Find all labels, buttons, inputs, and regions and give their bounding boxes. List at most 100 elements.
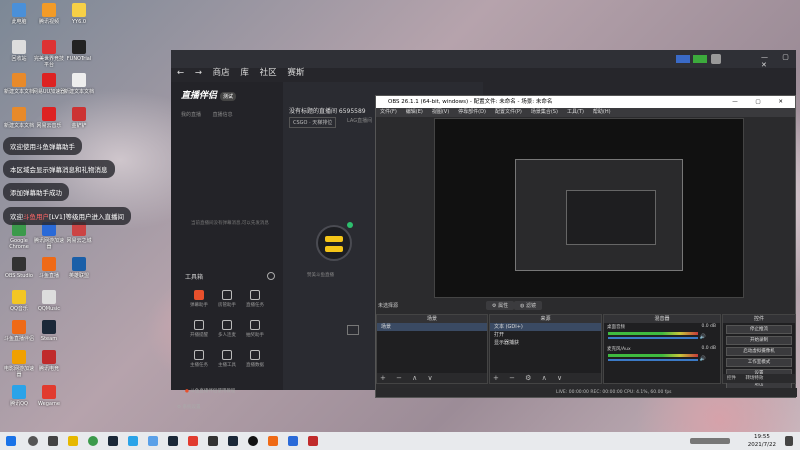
obs-menu-item[interactable]: 配置文件(P) [495,109,522,115]
desktop-icon[interactable]: 斗鱼直播 [32,257,66,287]
obs-menu-item[interactable]: 工具(T) [567,109,584,115]
tool-item[interactable]: 弹幕助手 [185,287,213,317]
desktop-icon[interactable]: 网易云音乐 [32,107,66,137]
search-icon[interactable] [28,436,38,446]
obs-circle-icon[interactable] [248,436,258,446]
tab-my-live[interactable]: 我的直播 [181,112,201,118]
wegame-icon[interactable] [188,436,198,446]
tab-transitions[interactable]: 转场特效 [745,376,763,381]
control-button[interactable]: 停止推流 [726,325,792,334]
control-button[interactable]: 工作室模式 [726,358,792,367]
record-button[interactable] [325,246,343,252]
source-item[interactable]: 打开 [490,331,601,339]
desktop-icon[interactable]: Wegame [32,385,66,415]
file-explorer-icon[interactable] [68,436,78,446]
steam-icon[interactable] [108,436,118,446]
desktop-icon[interactable]: 腾讯QQ [2,385,36,415]
desktop-icon[interactable]: 网易云之城 [62,222,96,252]
forward-icon[interactable]: → [195,68,202,78]
properties-button[interactable]: ⚙ 属性 [486,301,515,310]
control-button[interactable]: 启动虚拟摄像机 [726,347,792,356]
scene-item[interactable]: 场景 [377,323,487,331]
desktop-icon[interactable]: 腾讯网游加速器 [32,222,66,252]
desktop-icon[interactable]: 新建文本文档 [2,107,36,137]
control-button[interactable]: 开始录制 [726,336,792,345]
volume-slider[interactable] [608,359,698,361]
category-tag[interactable]: CSGO · 天梯排位 [289,117,337,128]
task-view-icon[interactable] [48,436,58,446]
desktop-icon[interactable]: Google Chrome [2,222,36,252]
obs-menu-item[interactable]: 停靠部件(D) [458,109,486,115]
desktop-icon[interactable]: 完美世界竞技平台 [32,40,66,70]
start-icon[interactable] [6,436,16,446]
tab-controls[interactable]: 控件 [727,376,736,381]
window-button-blue[interactable] [676,55,690,63]
desktop-icon[interactable]: Steam [32,320,66,350]
nav-community[interactable]: 社区 [260,68,277,78]
nav-library[interactable]: 库 [240,68,249,78]
obs-preview[interactable] [434,118,744,298]
desktop-icon[interactable]: 新建文本文档 [2,73,36,103]
settings-link[interactable]: ⚙ 系统设置 [177,404,200,410]
desktop-icon[interactable]: 网易UU加速器 [32,73,66,103]
obs-menu-item[interactable]: 场景集合(S) [531,109,558,115]
douyu-taskbar-icon[interactable] [268,436,278,446]
avatar[interactable] [711,54,721,64]
qq-icon[interactable] [128,436,138,446]
clock[interactable]: 19:55 2021/7/22 [748,433,776,449]
tray-icons[interactable] [690,438,730,444]
game-icon[interactable] [308,436,318,446]
back-icon[interactable]: ← [177,68,184,78]
tool-item[interactable]: 直播数据 [241,347,269,377]
source-item[interactable]: 显示器捕获 [490,339,601,347]
desktop-icon[interactable]: FUNOTrial [62,40,96,70]
sources-toolbar[interactable]: + − ⚙ ∧ ∨ [490,373,601,383]
filters-button[interactable]: ◍ 滤镜 [514,301,542,310]
tutorial-link[interactable]: ● 斗鱼直播伴侣使用教程 [185,388,235,394]
source-item[interactable]: 文本 (GDI+) [490,323,601,331]
window-controls[interactable]: — ▢ ✕ [761,53,796,69]
accelerator-icon[interactable] [288,436,298,446]
obs-menu-item[interactable]: 视图(V) [432,109,449,115]
desktop-icon[interactable]: QQMusic [32,290,66,320]
desktop-icon[interactable]: 新建文本文档 [62,73,96,103]
tool-item[interactable]: 抽奖助手 [241,317,269,347]
steam2-icon[interactable] [168,436,178,446]
tool-item[interactable]: 直播任务 [241,287,269,317]
obs-menu-item[interactable]: 帮助(H) [593,109,611,115]
desktop-icon[interactable]: OBS Studio [2,257,36,287]
desktop-icon[interactable]: YY6.0 [62,3,96,33]
notification-icon[interactable] [785,436,793,446]
tool-item[interactable]: 开播提醒 [185,317,213,347]
steam3-icon[interactable] [228,436,238,446]
desktop-icon[interactable]: 腾讯视频 [32,3,66,33]
desktop-icon[interactable]: 腾讯电竞 [32,350,66,380]
speaker-icon[interactable]: 🔊 [700,356,706,362]
volume-slider[interactable] [608,337,698,339]
tool-item[interactable]: 主播任务 [185,347,213,377]
obs-menu-item[interactable]: 文件(F) [380,109,397,115]
tool-item[interactable]: 多人连麦 [213,317,241,347]
more-icon[interactable] [267,272,275,280]
nav-match[interactable]: 赛斯 [287,68,304,78]
desktop-icon[interactable]: 斗鱼直播伴侣 [2,320,36,350]
obs-menu-item[interactable]: 编辑(E) [406,109,423,115]
mail-icon[interactable] [148,436,158,446]
desktop-icon[interactable]: 电影网游加速器 [2,350,36,380]
screen-icon[interactable] [347,325,359,335]
desktop-icon[interactable]: 金铲铲 [62,107,96,137]
desktop-icon[interactable]: QQ音乐 [2,290,36,320]
desktop-icon[interactable]: 英雄联盟 [62,257,96,287]
desktop-icon[interactable]: 回收站 [2,40,36,70]
speaker-icon[interactable]: 🔊 [700,334,706,340]
start-button[interactable] [325,236,343,242]
chrome-icon[interactable] [88,436,98,446]
desktop-icon[interactable]: 此电脑 [2,3,36,33]
tool-item[interactable]: 房管助手 [213,287,241,317]
tab-live-info[interactable]: 直播信息 [213,112,233,118]
obs-taskbar-icon[interactable] [208,436,218,446]
nav-store[interactable]: 商店 [213,68,230,78]
tool-item[interactable]: 主播工具 [213,347,241,377]
scenes-toolbar[interactable]: + − ∧ ∨ [377,373,487,383]
obs-window-controls[interactable]: — ▢ ✕ [732,96,791,108]
